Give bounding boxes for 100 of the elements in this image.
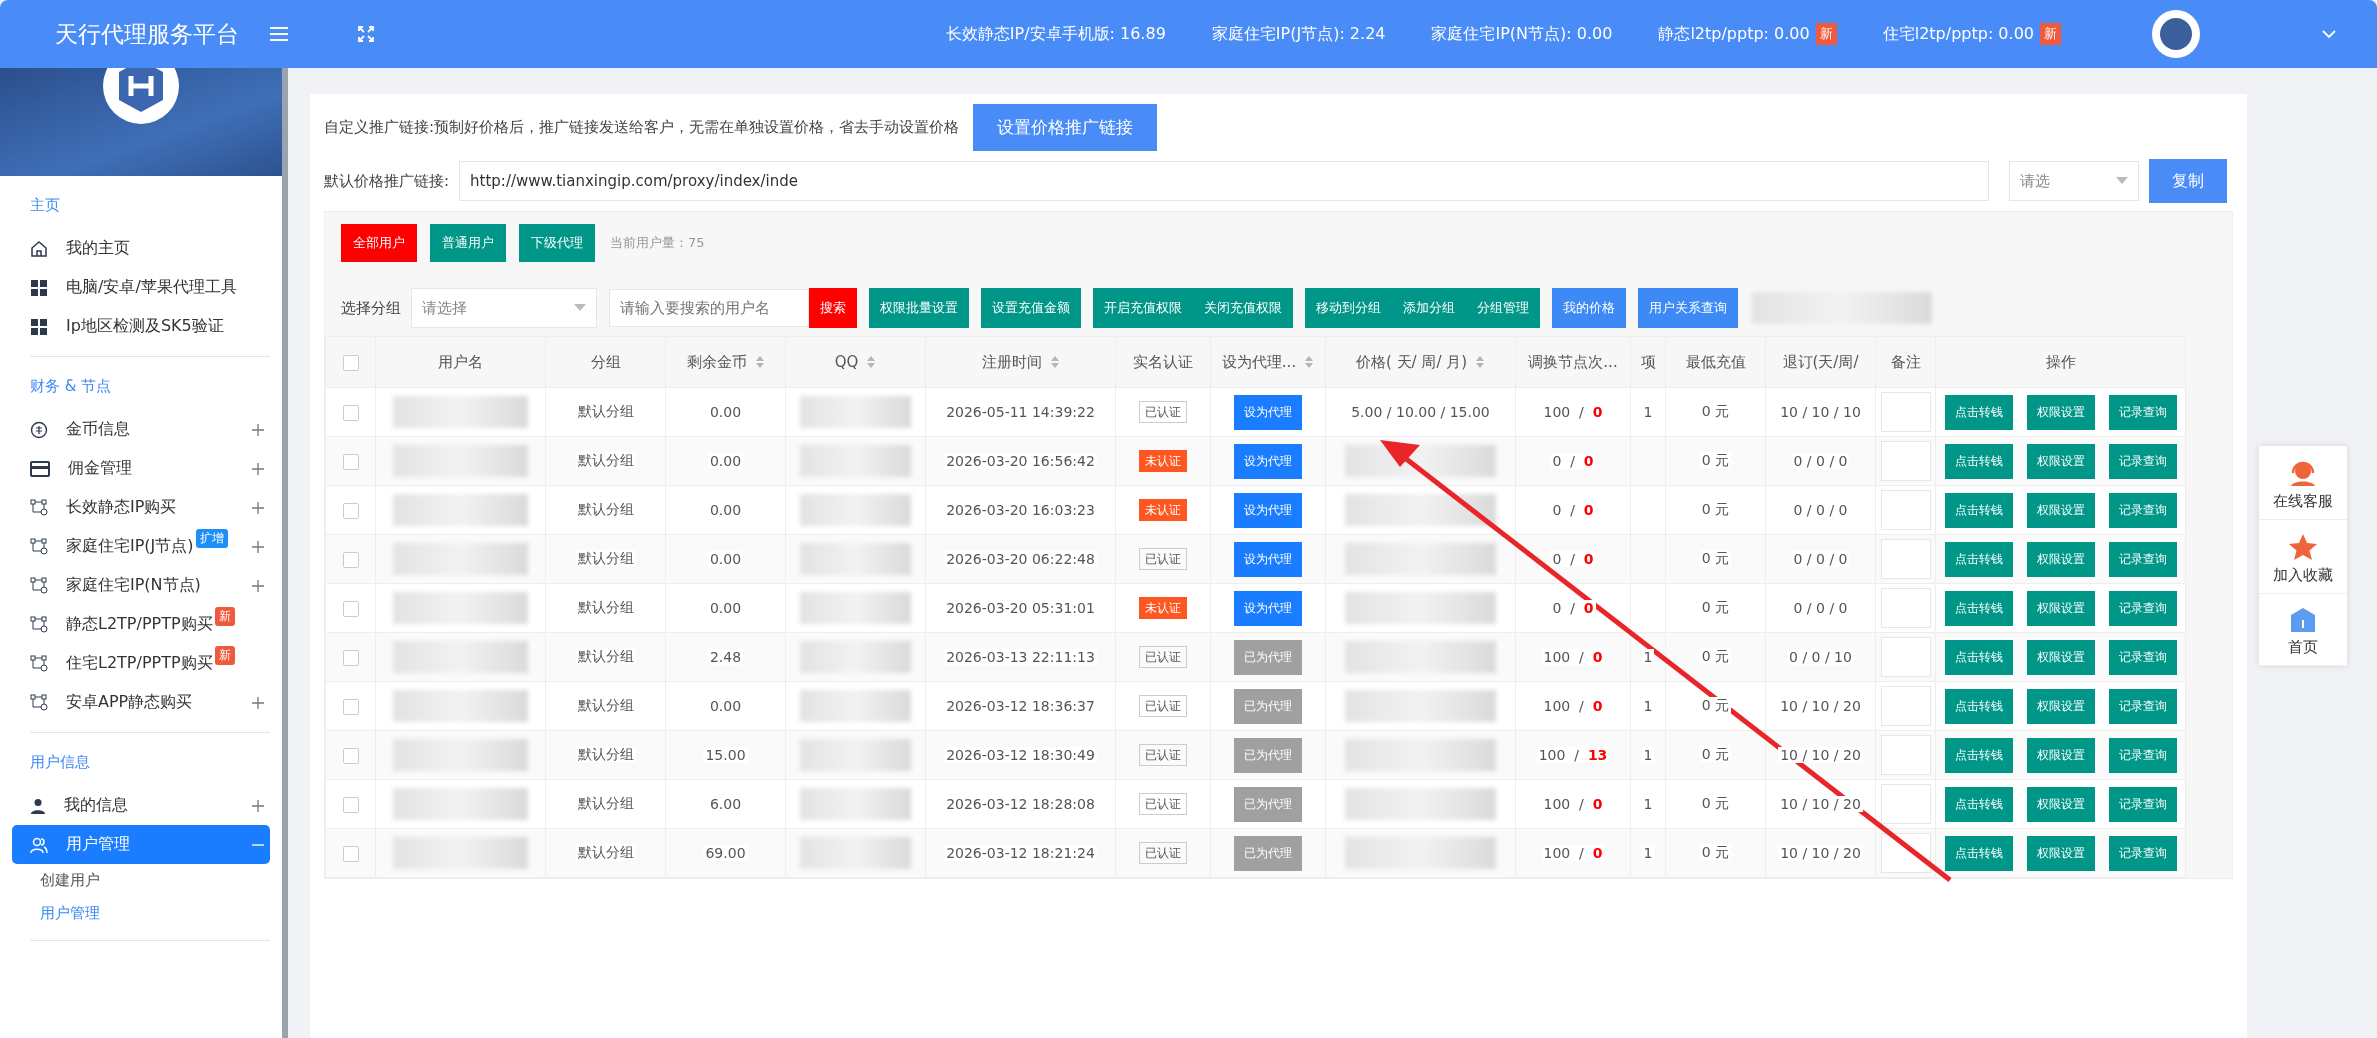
sidebar-item[interactable]: Ip地区检测及SK5验证 — [30, 307, 270, 346]
note-field[interactable] — [1880, 784, 1931, 824]
note-field[interactable] — [1880, 490, 1931, 530]
row-action-button[interactable]: 权限设置 — [2026, 737, 2095, 773]
row-action-button[interactable]: 记录查询 — [2108, 786, 2177, 822]
toolbar-button[interactable]: 添加分组 — [1392, 288, 1466, 328]
set-agent-button[interactable]: 已为代理 — [1234, 737, 1302, 773]
set-price-link-button[interactable]: 设置价格推广链接 — [973, 104, 1158, 151]
row-action-button[interactable]: 点击转钱 — [1944, 492, 2013, 528]
note-field[interactable] — [1880, 539, 1931, 579]
checkbox[interactable] — [342, 551, 359, 568]
row-action-button[interactable]: 点击转钱 — [1944, 590, 2013, 626]
row-action-button[interactable]: 点击转钱 — [1944, 639, 2013, 675]
fullscreen-icon[interactable] — [357, 25, 375, 43]
checkbox[interactable] — [342, 453, 359, 470]
row-action-button[interactable]: 权限设置 — [2026, 835, 2095, 871]
checkbox[interactable] — [342, 600, 359, 617]
row-action-button[interactable]: 记录查询 — [2108, 688, 2177, 724]
toolbar-button[interactable]: 搜索 — [809, 288, 857, 328]
link-field[interactable]: http://www.tianxingip.com/proxy/index/inde — [459, 161, 1990, 201]
set-agent-button[interactable]: 已为代理 — [1234, 639, 1302, 675]
note-field[interactable] — [1880, 441, 1931, 481]
select-field[interactable]: 请选 — [2009, 161, 2140, 201]
menu-icon[interactable] — [269, 26, 289, 42]
submenu-item[interactable]: 创建用户 — [30, 864, 270, 897]
toolbar-button[interactable]: 分组管理 — [1466, 288, 1540, 328]
filter-tab[interactable]: 下级代理 — [519, 224, 595, 262]
sidebar-item[interactable]: 家庭住宅IP(J节点) 扩增 — [30, 527, 270, 566]
note-field[interactable] — [1880, 735, 1931, 775]
row-action-button[interactable]: 点击转钱 — [1944, 443, 2013, 479]
sidebar-item[interactable]: 用户管理 — [12, 825, 270, 864]
toolbar-button[interactable]: 我的价格 — [1552, 288, 1626, 328]
checkbox[interactable] — [342, 796, 359, 813]
row-action-button[interactable]: 点击转钱 — [1944, 786, 2013, 822]
note-field[interactable] — [1880, 392, 1931, 432]
checkbox[interactable] — [342, 698, 359, 715]
row-action-button[interactable]: 点击转钱 — [1944, 688, 2013, 724]
set-agent-button[interactable]: 设为代理 — [1234, 394, 1302, 430]
toolbar-button[interactable]: 开启充值权限 — [1093, 288, 1193, 328]
checkbox[interactable] — [342, 845, 359, 862]
toolbar-button[interactable]: 设置充值金额 — [981, 288, 1081, 328]
set-agent-button[interactable]: 设为代理 — [1234, 541, 1302, 577]
row-action-button[interactable]: 记录查询 — [2108, 541, 2177, 577]
row-action-button[interactable]: 权限设置 — [2026, 492, 2095, 528]
row-action-button[interactable]: 记录查询 — [2108, 737, 2177, 773]
row-action-button[interactable]: 权限设置 — [2026, 688, 2095, 724]
sort-icon[interactable] — [1049, 355, 1060, 369]
filter-tab[interactable]: 普通用户 — [430, 224, 506, 262]
copy-button[interactable]: 复制 — [2149, 159, 2228, 203]
set-agent-button[interactable]: 已为代理 — [1234, 786, 1302, 822]
set-agent-button[interactable]: 已为代理 — [1234, 835, 1302, 871]
set-agent-button[interactable]: 设为代理 — [1234, 492, 1302, 528]
row-action-button[interactable]: 记录查询 — [2108, 590, 2177, 626]
toolbar-button[interactable]: 关闭充值权限 — [1193, 288, 1293, 328]
row-action-button[interactable]: 权限设置 — [2026, 443, 2095, 479]
sidebar-item[interactable]: 长效静态IP购买 — [30, 488, 270, 527]
row-action-button[interactable]: 记录查询 — [2108, 639, 2177, 675]
note-field[interactable] — [1880, 637, 1931, 677]
float-panel-item[interactable]: 加入收藏 — [2259, 520, 2347, 594]
row-action-button[interactable]: 权限设置 — [2026, 394, 2095, 430]
toolbar-button[interactable]: 权限批量设置 — [869, 288, 969, 328]
float-panel-item[interactable]: 首页 — [2259, 594, 2347, 666]
row-action-button[interactable]: 权限设置 — [2026, 590, 2095, 626]
note-field[interactable] — [1880, 686, 1931, 726]
sidebar-item[interactable]: 静态L2TP/PPTP购买 新 — [30, 605, 270, 644]
row-action-button[interactable]: 点击转钱 — [1944, 541, 2013, 577]
row-action-button[interactable]: 点击转钱 — [1944, 835, 2013, 871]
sidebar-item[interactable]: 电脑/安卓/苹果代理工具 — [30, 268, 270, 307]
row-action-button[interactable]: 权限设置 — [2026, 786, 2095, 822]
sidebar-item[interactable]: 我的主页 — [30, 229, 270, 268]
sidebar-item[interactable]: 住宅L2TP/PPTP购买 新 — [30, 644, 270, 683]
checkbox[interactable] — [342, 747, 359, 764]
row-action-button[interactable]: 记录查询 — [2108, 835, 2177, 871]
sort-icon[interactable] — [754, 355, 765, 369]
row-action-button[interactable]: 记录查询 — [2108, 492, 2177, 528]
sort-icon[interactable] — [1475, 355, 1486, 369]
filter-tab[interactable]: 全部用户 — [341, 224, 417, 262]
toolbar-button[interactable]: 移动到分组 — [1305, 288, 1392, 328]
sidebar-item[interactable]: 金币信息 — [30, 410, 270, 449]
toolbar-button[interactable]: 用户关系查询 — [1638, 288, 1738, 328]
caret-icon[interactable] — [2321, 29, 2337, 39]
checkbox[interactable] — [342, 502, 359, 519]
checkbox[interactable] — [342, 404, 359, 421]
sidebar-item[interactable]: 我的信息 — [30, 786, 270, 825]
row-action-button[interactable]: 权限设置 — [2026, 541, 2095, 577]
group-select[interactable]: 请选择 — [411, 288, 597, 328]
set-agent-button[interactable]: 设为代理 — [1234, 590, 1302, 626]
sidebar-item[interactable]: 家庭住宅IP(N节点) — [30, 566, 270, 605]
note-field[interactable] — [1880, 588, 1931, 628]
set-agent-button[interactable]: 已为代理 — [1234, 688, 1302, 724]
row-action-button[interactable]: 记录查询 — [2108, 394, 2177, 430]
checkbox[interactable] — [342, 649, 359, 666]
checkbox[interactable] — [342, 354, 359, 371]
sort-icon[interactable] — [866, 355, 877, 369]
row-action-button[interactable]: 点击转钱 — [1944, 394, 2013, 430]
float-panel-item[interactable]: 在线客服 — [2259, 446, 2347, 520]
sidebar-item[interactable]: 佣金管理 — [30, 449, 270, 488]
submenu-item[interactable]: 用户管理 — [30, 897, 270, 930]
row-action-button[interactable]: 记录查询 — [2108, 443, 2177, 479]
row-action-button[interactable]: 权限设置 — [2026, 639, 2095, 675]
